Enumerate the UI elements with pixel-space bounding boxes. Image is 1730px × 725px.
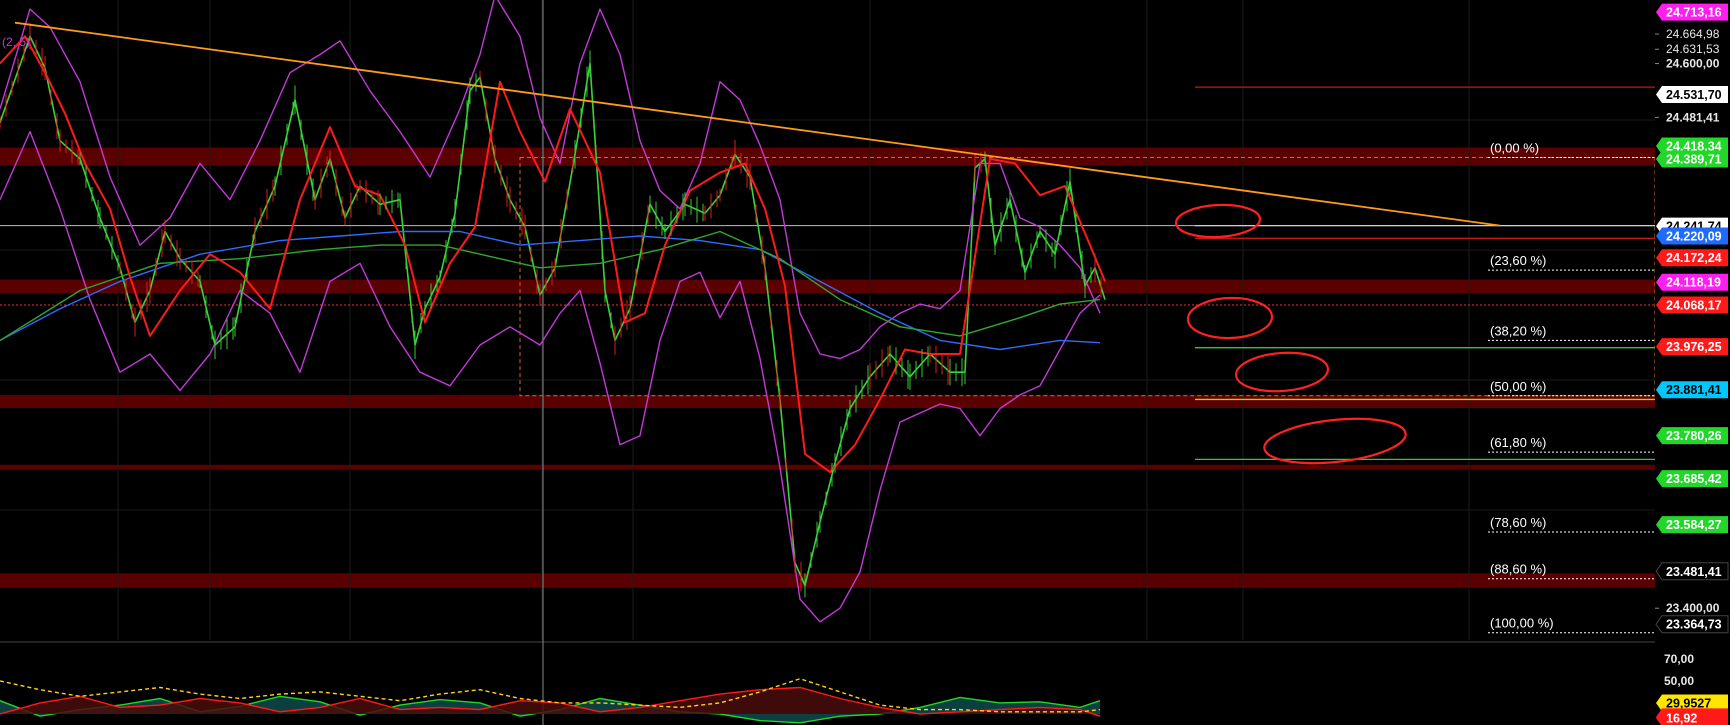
ellipse-1 <box>1174 203 1262 239</box>
price-tag-4: 24.389,71 <box>1656 150 1728 168</box>
price-tag-text: 23.685,42 <box>1666 472 1722 486</box>
series-bollinger-lower <box>0 130 1101 623</box>
grid-layer <box>0 0 1730 725</box>
price-tag-text: 24.389,71 <box>1666 152 1722 166</box>
y-tick-label-5: 23.400,00 <box>1666 601 1720 615</box>
osc-tick-label-2: 50,00 <box>1664 674 1694 688</box>
chart-root: (0,00 %) (23,60 %) (38,20 %) (50,00 %) (61,8… <box>0 0 1730 725</box>
y-tick-label-3: 24.600,00 <box>1666 57 1720 71</box>
y-tick-label-2: 24.631,53 <box>1666 42 1720 56</box>
price-tag-text: 23.481,41 <box>1666 565 1722 579</box>
price-tag-text: 23.364,73 <box>1666 618 1722 632</box>
fib-label-4: (50,00 %) <box>1490 379 1546 394</box>
fib-label-8: (100,00 %) <box>1490 616 1554 631</box>
price-tag-16: 23.364,73 <box>1655 615 1729 634</box>
price-tag-6: 24.220,09 <box>1656 227 1728 245</box>
price-tag-9: 24.068,17 <box>1656 296 1728 314</box>
osc-tick-label-1: 70,00 <box>1664 652 1694 666</box>
price-tag-text: 24.172,24 <box>1666 251 1722 265</box>
price-tag-text: 23.584,27 <box>1666 518 1722 532</box>
trendline-layer <box>14 21 1501 227</box>
resistance-zone-3 <box>0 394 1655 409</box>
fib-label-6: (78,60 %) <box>1490 515 1546 530</box>
chart-canvas[interactable]: (0,00 %) (23,60 %) (38,20 %) (50,00 %) (61,8… <box>0 0 1730 725</box>
price-tag-text: 24.531,70 <box>1666 88 1722 102</box>
resistance-zone-4 <box>0 464 1655 470</box>
osc-tag-text: 16,92 <box>1666 712 1697 725</box>
resistance-zone-5 <box>0 573 1655 588</box>
series-layer <box>0 0 1106 623</box>
price-tag-text: 23.976,25 <box>1666 340 1722 354</box>
y-tick-label-1: 24.664,98 <box>1666 27 1720 41</box>
fib-label-1: (0,00 %) <box>1490 141 1539 156</box>
price-tag-text: 24.220,09 <box>1666 229 1722 243</box>
osc-tag-text: 29,9527 <box>1666 696 1711 710</box>
ellipse-3 <box>1234 351 1330 393</box>
osc-tag-3: 16,92 <box>1656 709 1728 725</box>
fib-label-5: (61,80 %) <box>1490 435 1546 450</box>
price-tag-7: 24.172,24 <box>1656 249 1728 267</box>
price-tag-10: 23.976,25 <box>1656 338 1728 356</box>
trendline <box>14 21 1501 227</box>
price-tag-13: 23.685,42 <box>1656 470 1728 488</box>
fib-label-3: (38,20 %) <box>1490 323 1546 338</box>
fib-label-7: (88,60 %) <box>1490 562 1546 577</box>
price-tag-1: 24.713,16 <box>1656 3 1728 21</box>
price-tag-text: 24.713,16 <box>1666 6 1722 20</box>
price-tag-14: 23.584,27 <box>1656 516 1728 534</box>
oscillator-layer <box>0 677 1101 724</box>
y-tick-label-4: 24.481,41 <box>1666 110 1720 124</box>
legend-fragment: (2, 5) <box>2 35 30 49</box>
ellipse-2 <box>1186 296 1274 340</box>
price-tag-12: 23.780,26 <box>1656 427 1728 445</box>
price-tag-11: 23.881,41 <box>1656 381 1728 399</box>
price-tag-15: 23.481,41 <box>1655 562 1729 581</box>
fibonacci-layer: (0,00 %) (23,60 %) (38,20 %) (50,00 %) (61,8… <box>1488 141 1655 634</box>
price-tag-text: 24.068,17 <box>1666 298 1722 312</box>
price-tag-text: 23.881,41 <box>1666 383 1722 397</box>
price-tag-8: 24.118,19 <box>1656 273 1728 291</box>
fib-label-2: (23,60 %) <box>1490 253 1546 268</box>
price-tag-2: 24.531,70 <box>1656 86 1728 104</box>
price-tag-text: 23.780,26 <box>1666 429 1722 443</box>
ellipse-4 <box>1263 417 1407 465</box>
price-tag-text: 24.118,19 <box>1666 276 1721 290</box>
